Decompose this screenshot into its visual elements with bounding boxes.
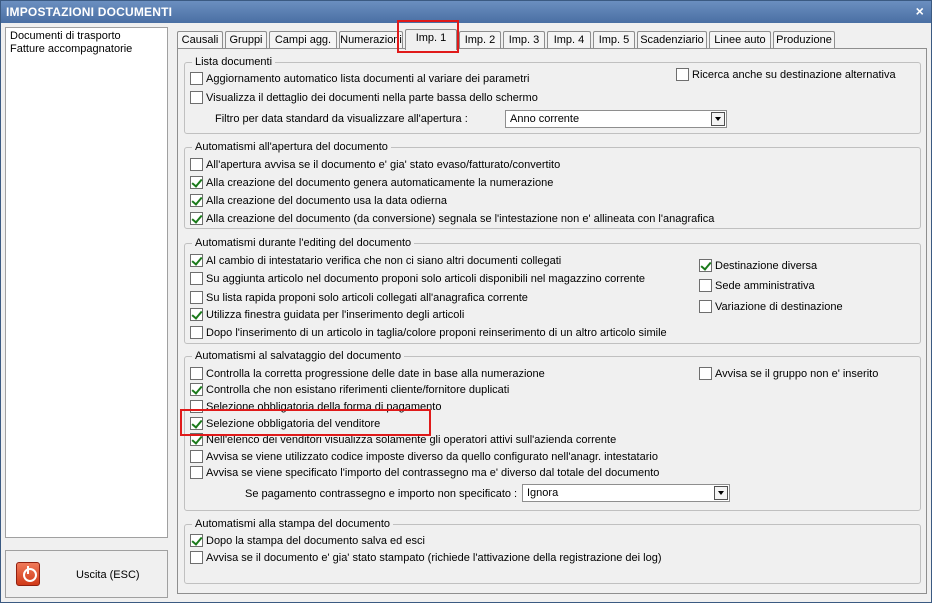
checkbox[interactable] [190, 176, 203, 189]
checkbox[interactable] [190, 326, 203, 339]
group-lista-documenti: Lista documenti Aggiornamento automatico… [184, 56, 921, 134]
checkbox[interactable] [190, 308, 203, 321]
checkbox[interactable] [190, 72, 203, 85]
group-title: Lista documenti [192, 56, 276, 68]
checkbox[interactable] [190, 194, 203, 207]
checkbox[interactable] [190, 212, 203, 225]
tab-panel-imp-1: Lista documenti Aggiornamento automatico… [177, 48, 927, 594]
payment-select[interactable]: Ignora [522, 484, 730, 502]
group-salvataggio: Automatismi al salvataggio del documento… [184, 350, 921, 511]
tab-gruppi[interactable]: Gruppi [225, 31, 267, 49]
checkbox[interactable] [699, 367, 712, 380]
tab-imp-2[interactable]: Imp. 2 [459, 31, 501, 49]
list-item[interactable]: Fatture accompagnatorie [10, 43, 163, 56]
list-item[interactable]: Documenti di trasporto [10, 30, 163, 43]
checkbox[interactable] [190, 466, 203, 479]
group-title: Automatismi alla stampa del documento [192, 518, 394, 530]
tab-produzione[interactable]: Produzione [773, 31, 835, 49]
checkbox[interactable] [190, 417, 203, 430]
filter-label: Filtro per data standard da visualizzare… [215, 113, 468, 125]
group-apertura: Automatismi all'apertura del documento A… [184, 141, 921, 229]
checkbox[interactable] [190, 158, 203, 171]
settings-window: IMPOSTAZIONI DOCUMENTI × Documenti di tr… [0, 0, 932, 603]
title-bar: IMPOSTAZIONI DOCUMENTI × [1, 1, 931, 23]
checkbox[interactable] [190, 433, 203, 446]
tab-imp-3[interactable]: Imp. 3 [503, 31, 545, 49]
tab-scadenziario[interactable]: Scadenziario [637, 31, 707, 49]
group-title: Automatismi durante l'editing del docume… [192, 237, 415, 249]
tab-imp-1[interactable]: Imp. 1 [405, 29, 457, 50]
power-icon [16, 562, 40, 586]
chevron-down-icon[interactable] [714, 486, 728, 500]
chevron-down-icon[interactable] [711, 112, 725, 126]
tab-campi-agg[interactable]: Campi agg. [269, 31, 337, 49]
checkbox[interactable] [190, 450, 203, 463]
checkbox[interactable] [699, 279, 712, 292]
checkbox[interactable] [190, 367, 203, 380]
filter-date-select[interactable]: Anno corrente [505, 110, 727, 128]
checkbox[interactable] [190, 383, 203, 396]
exit-button[interactable]: Uscita (ESC) [5, 550, 168, 598]
checkbox[interactable] [699, 300, 712, 313]
checkbox[interactable] [190, 291, 203, 304]
group-title: Automatismi al salvataggio del documento [192, 350, 405, 362]
group-stampa: Automatismi alla stampa del documento Do… [184, 518, 921, 584]
payment-label: Se pagamento contrassegno e importo non … [245, 488, 518, 500]
tab-causali[interactable]: Causali [177, 31, 223, 49]
window-title: IMPOSTAZIONI DOCUMENTI [6, 5, 173, 19]
checkbox[interactable] [190, 91, 203, 104]
checkbox[interactable] [676, 68, 689, 81]
checkbox[interactable] [190, 272, 203, 285]
checkbox[interactable] [190, 254, 203, 267]
checkbox[interactable] [190, 534, 203, 547]
checkbox[interactable] [190, 551, 203, 564]
checkbox[interactable] [190, 400, 203, 413]
close-icon[interactable]: × [916, 3, 924, 19]
document-type-list[interactable]: Documenti di trasporto Fatture accompagn… [5, 27, 168, 538]
tab-imp-4[interactable]: Imp. 4 [547, 31, 591, 49]
exit-label: Uscita (ESC) [76, 569, 140, 581]
tab-strip: Causali Gruppi Campi agg. Numerazioni Im… [177, 29, 927, 50]
group-editing: Automatismi durante l'editing del docume… [184, 237, 921, 344]
tab-imp-5[interactable]: Imp. 5 [593, 31, 635, 49]
checkbox[interactable] [699, 259, 712, 272]
tab-numerazioni[interactable]: Numerazioni [339, 31, 403, 49]
group-title: Automatismi all'apertura del documento [192, 141, 391, 153]
tab-linee-auto[interactable]: Linee auto [709, 31, 771, 49]
